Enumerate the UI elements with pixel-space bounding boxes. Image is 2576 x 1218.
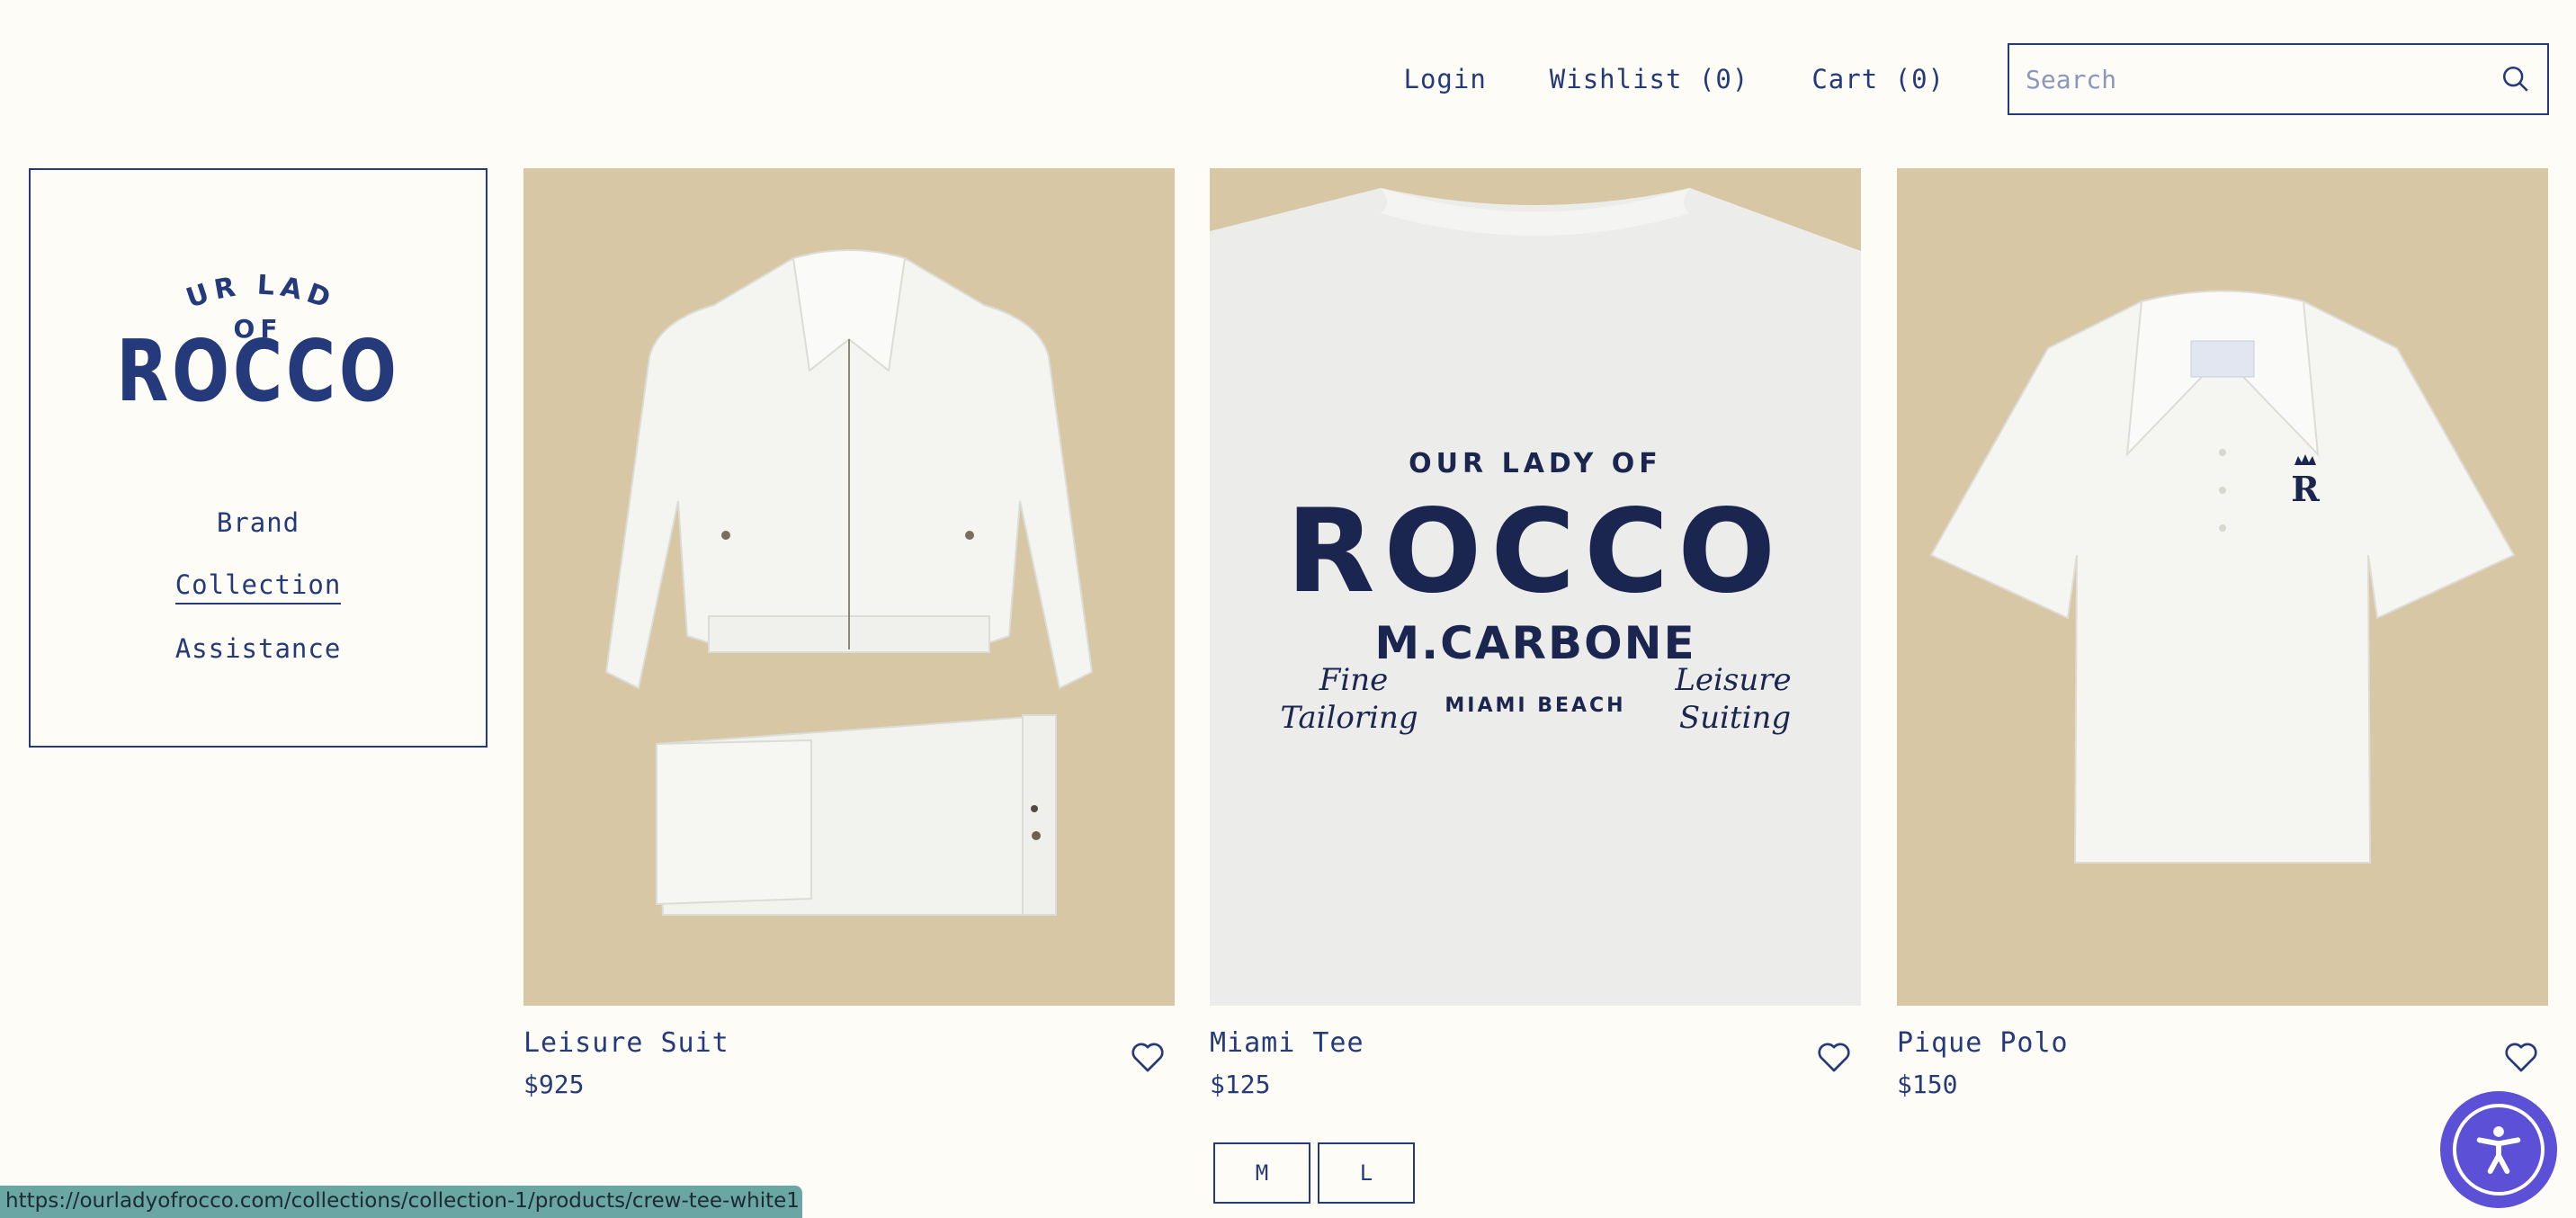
product-price: $150 xyxy=(1897,1070,1958,1099)
product-card-miami-tee[interactable]: OUR LADY OF ROCCO M.CARBONE MIAMI BEACH … xyxy=(1210,168,1861,1099)
tee-print-line2: ROCCO xyxy=(1286,485,1784,619)
search-box xyxy=(2008,43,2549,115)
product-name[interactable]: Miami Tee xyxy=(1210,1027,1364,1059)
sidebar-menu: Brand Collection Assistance xyxy=(31,507,486,695)
login-link[interactable]: Login xyxy=(1403,64,1486,94)
sidebar-item-brand[interactable]: Brand xyxy=(217,507,300,541)
size-button-l[interactable]: L xyxy=(1318,1142,1415,1204)
heart-icon[interactable] xyxy=(2503,1039,2539,1075)
search-icon[interactable] xyxy=(2500,64,2531,94)
brand-logo[interactable]: OUR LADY OF ROCCO xyxy=(114,260,402,404)
product-image-miami-tee[interactable]: OUR LADY OF ROCCO M.CARBONE MIAMI BEACH … xyxy=(1210,168,1861,1006)
product-card-pique-polo[interactable]: R Pique Polo $150 xyxy=(1897,168,2548,1099)
product-card-leisure-suit[interactable]: Leisure Suit $925 xyxy=(523,168,1175,1099)
tee-print-right1: Leisure xyxy=(1674,662,1791,698)
product-price: $125 xyxy=(1210,1070,1271,1099)
tee-print-right2: Suiting xyxy=(1679,700,1791,736)
wishlist-link[interactable]: Wishlist (0) xyxy=(1550,64,1749,94)
sidebar-item-assistance[interactable]: Assistance xyxy=(175,633,342,667)
sidebar: OUR LADY OF ROCCO Brand Collection Assis… xyxy=(29,168,487,748)
logo-line3: ROCCO xyxy=(116,323,399,404)
tee-print-line1: OUR LADY OF xyxy=(1409,448,1662,479)
sidebar-item-collection[interactable]: Collection xyxy=(174,569,342,605)
top-nav: Login Wishlist (0) Cart (0) xyxy=(1403,43,2549,115)
product-price: $925 xyxy=(523,1070,585,1099)
heart-icon[interactable] xyxy=(1130,1039,1166,1075)
svg-text:OUR LADY: OUR LADY xyxy=(114,260,337,316)
size-button-m[interactable]: M xyxy=(1213,1142,1310,1204)
tee-print-center: MIAMI BEACH xyxy=(1445,694,1625,717)
accessibility-button[interactable] xyxy=(2440,1091,2557,1208)
heart-icon[interactable] xyxy=(1816,1039,1852,1075)
product-name[interactable]: Leisure Suit xyxy=(523,1027,729,1059)
status-url: https://ourladyofrocco.com/collections/c… xyxy=(0,1186,802,1218)
tee-print-line3: M.CARBONE xyxy=(1374,617,1695,669)
cart-link[interactable]: Cart (0) xyxy=(1811,64,1945,94)
svg-text:R: R xyxy=(2291,469,2320,509)
accessibility-icon xyxy=(2453,1104,2545,1196)
logo-line1: OUR LADY xyxy=(114,260,332,316)
tee-print-left2: Tailoring xyxy=(1280,700,1418,736)
tee-print-left1: Fine xyxy=(1319,662,1388,698)
search-input[interactable] xyxy=(2026,64,2500,94)
size-selector: M L xyxy=(1213,1142,1415,1204)
product-image-leisure-suit[interactable] xyxy=(523,168,1175,1006)
product-name[interactable]: Pique Polo xyxy=(1897,1027,2069,1059)
product-image-pique-polo[interactable]: R xyxy=(1897,168,2548,1006)
